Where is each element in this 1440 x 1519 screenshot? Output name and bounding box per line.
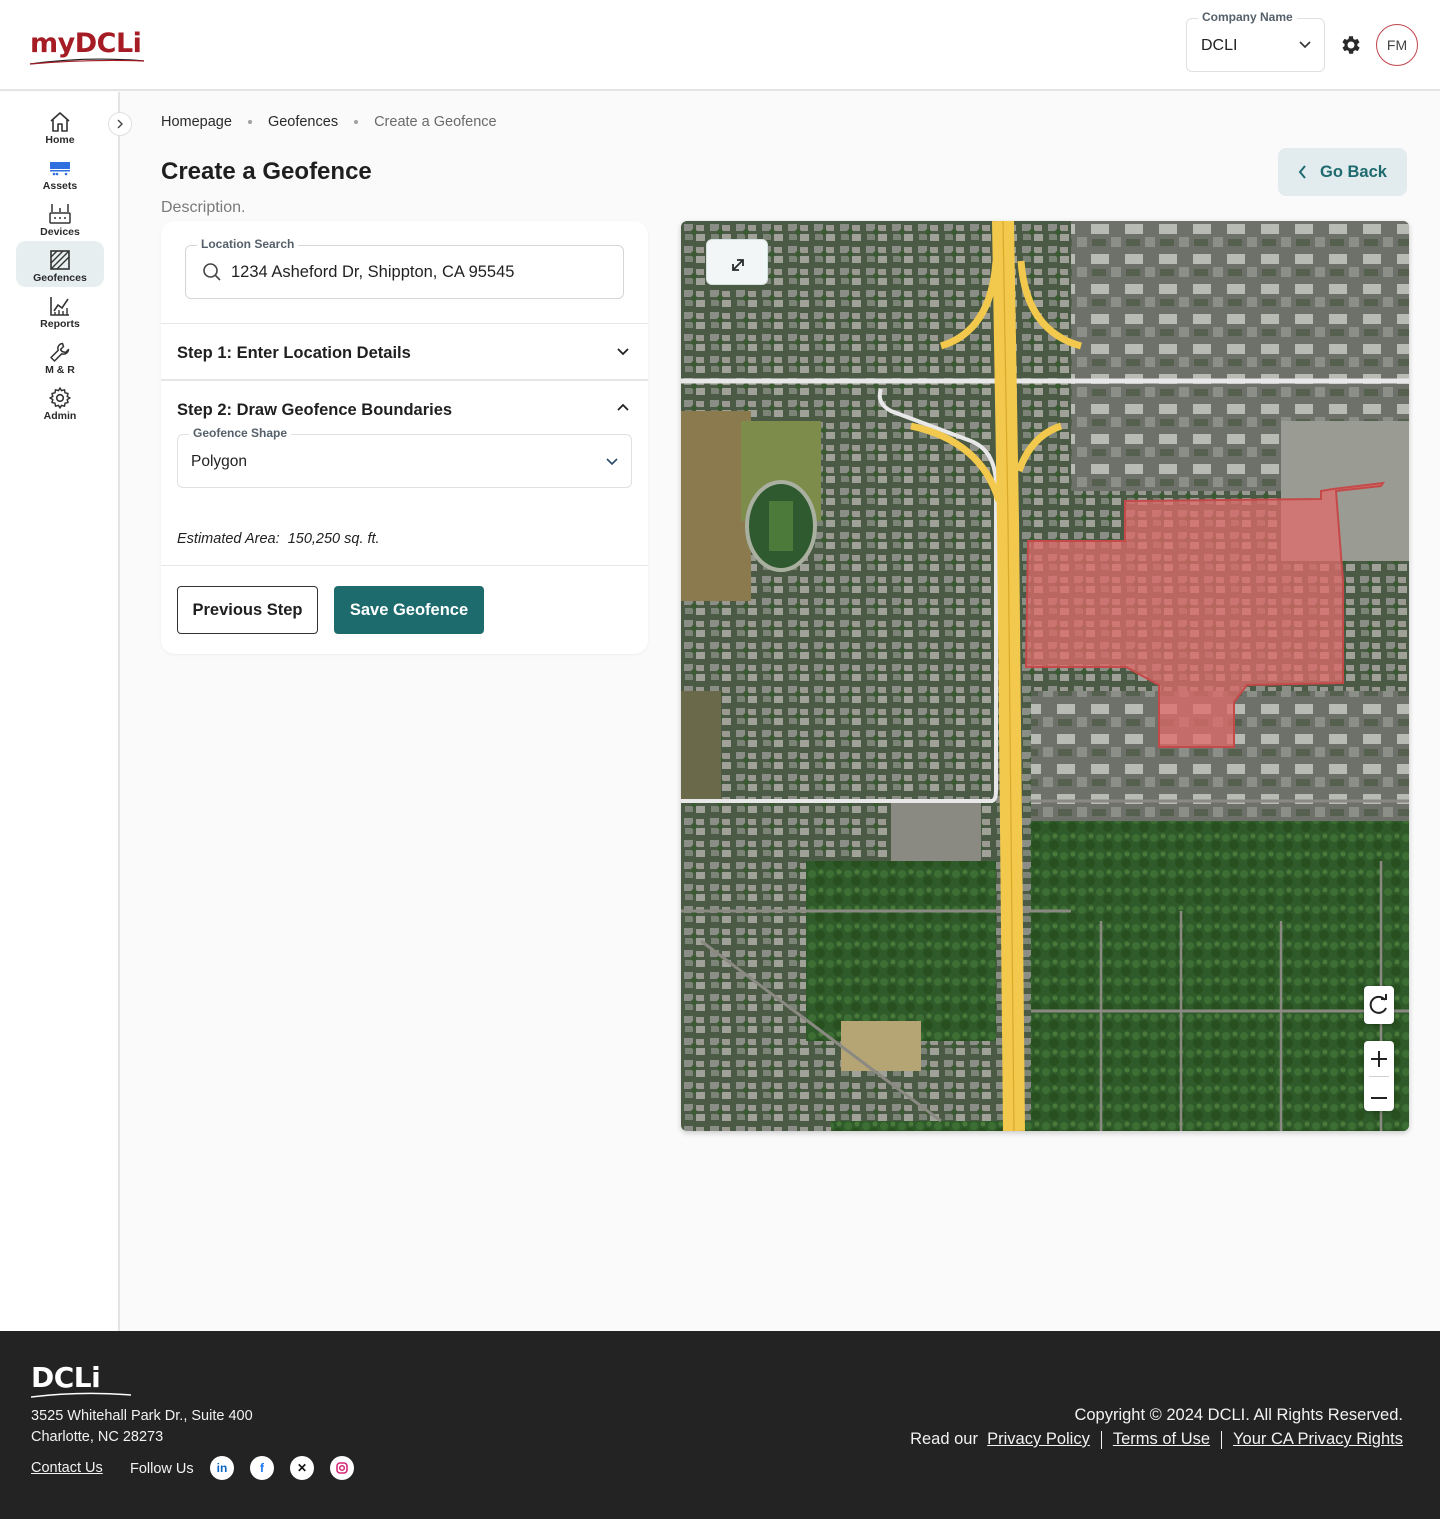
company-select-label: Company Name (1198, 10, 1297, 24)
reports-icon (50, 297, 69, 316)
geofence-shape-label: Geofence Shape (189, 426, 292, 440)
sidebar-nav: Home Assets Devices Geofences Reports M … (0, 92, 120, 1331)
save-geofence-button[interactable]: Save Geofence (334, 586, 484, 634)
sidebar-item-home[interactable]: Home (16, 107, 104, 153)
x-icon[interactable]: ✕ (290, 1456, 314, 1480)
breadcrumb-geofences[interactable]: Geofences (268, 114, 338, 130)
zoom-in-icon[interactable] (1364, 1041, 1394, 1077)
estimated-area-label: Estimated Area: (177, 531, 280, 547)
step-2-title: Step 2: Draw Geofence Boundaries (177, 401, 453, 419)
search-icon (203, 263, 221, 281)
estimated-area: Estimated Area: 150,250 sq. ft. (177, 531, 380, 547)
home-icon (50, 112, 70, 132)
sidebar-collapse-button[interactable] (108, 112, 132, 136)
follow-us-label: Follow Us (130, 1461, 194, 1477)
mydcli-logo[interactable]: myDCLi (29, 28, 145, 65)
chevron-down-icon (606, 458, 618, 466)
assets-icon (50, 162, 70, 176)
page-description: Description. (161, 199, 246, 216)
refresh-icon (1369, 994, 1387, 1014)
breadcrumb: Homepage Geofences Create a Geofence (161, 114, 497, 130)
card-divider (161, 565, 648, 566)
sidebar-item-geofences[interactable]: Geofences (16, 241, 104, 287)
geofence-shape-select[interactable]: Polygon (177, 434, 632, 488)
instagram-glyph (336, 1462, 348, 1474)
admin-gear-icon (49, 387, 71, 409)
geofence-shape-value: Polygon (191, 453, 248, 470)
footer-address: 3525 Whitehall Park Dr., Suite 400 Charl… (31, 1408, 253, 1445)
ca-privacy-rights-link[interactable]: Your CA Privacy Rights (1233, 1430, 1403, 1449)
map-canvas[interactable] (681, 221, 1409, 1131)
instagram-icon[interactable] (330, 1456, 354, 1480)
fullscreen-button[interactable] (706, 239, 768, 285)
contact-us-link[interactable]: Contact Us (31, 1460, 103, 1476)
page-footer: DCLi 3525 Whitehall Park Dr., Suite 400 … (0, 1331, 1440, 1519)
chevron-down-icon (617, 348, 629, 356)
location-search-value: 1234 Asheford Dr, Shippton, CA 95545 (231, 263, 515, 281)
facebook-icon[interactable]: f (250, 1456, 274, 1480)
step-1-title: Step 1: Enter Location Details (177, 344, 411, 362)
terms-of-use-link[interactable]: Terms of Use (1113, 1430, 1210, 1449)
linkedin-icon[interactable]: in (210, 1456, 234, 1480)
chevron-left-icon (1298, 165, 1306, 179)
page-title: Create a Geofence (161, 158, 372, 185)
chevron-down-icon (1299, 41, 1311, 49)
zoom-out-icon[interactable] (1364, 1082, 1394, 1116)
sidebar-item-m-and-r[interactable]: M & R (16, 337, 104, 383)
logo-swoosh-icon (29, 58, 145, 65)
expand-icon (732, 259, 744, 271)
company-select-value: DCLI (1201, 37, 1238, 54)
geofence-icon (50, 250, 70, 270)
satellite-map[interactable] (681, 221, 1409, 1131)
sidebar-item-assets[interactable]: Assets (16, 153, 104, 199)
wrench-icon (50, 342, 70, 362)
go-back-button[interactable]: Go Back (1278, 148, 1407, 196)
chevron-up-icon (617, 403, 629, 411)
user-avatar[interactable]: FM (1376, 24, 1418, 66)
breadcrumb-homepage[interactable]: Homepage (161, 114, 232, 130)
previous-step-button[interactable]: Previous Step (177, 586, 318, 634)
step-1-accordion[interactable]: Step 1: Enter Location Details (161, 323, 648, 379)
location-search-input[interactable]: 1234 Asheford Dr, Shippton, CA 95545 (185, 245, 624, 299)
go-back-label: Go Back (1320, 162, 1387, 181)
footer-dcli-logo: DCLi (31, 1361, 131, 1398)
top-header: myDCLi DCLI Company Name FM (0, 0, 1440, 91)
estimated-area-value: 150,250 sq. ft. (287, 531, 380, 547)
devices-icon (49, 204, 71, 224)
reset-view-button[interactable] (1364, 986, 1394, 1024)
privacy-policy-link[interactable]: Privacy Policy (987, 1430, 1090, 1449)
sidebar-item-devices[interactable]: Devices (16, 199, 104, 245)
sidebar-item-reports[interactable]: Reports (16, 291, 104, 337)
geofence-form-card: 1234 Asheford Dr, Shippton, CA 95545 Loc… (161, 221, 648, 654)
company-select[interactable]: DCLI (1186, 18, 1325, 72)
chevron-right-icon (117, 119, 123, 129)
sidebar-item-admin[interactable]: Admin (16, 383, 104, 429)
location-search-label: Location Search (197, 237, 299, 251)
legal-links: Read our Privacy Policy Terms of Use You… (910, 1430, 1403, 1449)
breadcrumb-current: Create a Geofence (374, 114, 497, 130)
zoom-controls (1364, 1041, 1394, 1111)
settings-gear-icon[interactable] (1339, 33, 1363, 57)
copyright-text: Copyright © 2024 DCLI. All Rights Reserv… (1074, 1406, 1403, 1424)
